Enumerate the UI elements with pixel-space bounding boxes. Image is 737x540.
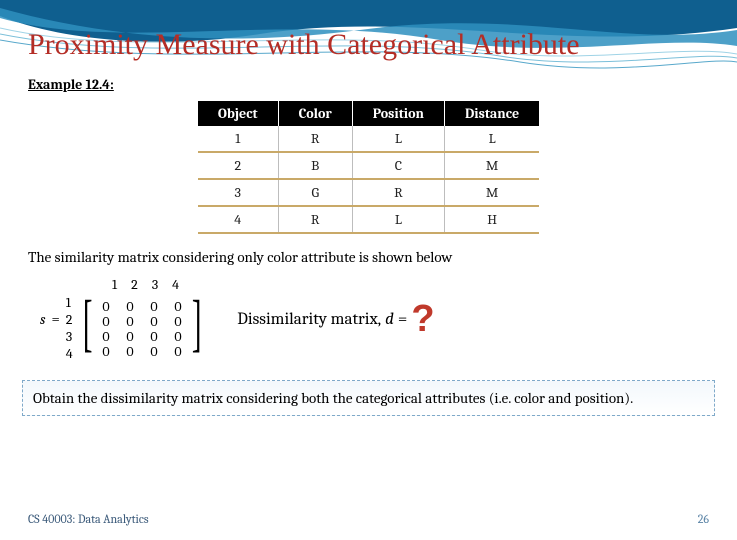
- mcell: 0: [146, 328, 162, 343]
- mcell: 0: [98, 328, 114, 343]
- cell: C: [352, 152, 444, 179]
- matrix-col-labels: 1 2 3 4: [94, 276, 179, 293]
- cell: H: [445, 206, 540, 233]
- dissim-label: Dissimilarity matrix,: [237, 310, 381, 329]
- col-header: Color: [278, 101, 352, 126]
- mcell: 0: [122, 313, 138, 328]
- col-label: 1: [112, 276, 117, 293]
- matrix-var: s: [40, 310, 45, 328]
- question-mark-icon: ?: [411, 300, 434, 338]
- table-row: 1 R L L: [198, 126, 539, 152]
- body-text: The similarity matrix considering only c…: [0, 242, 737, 270]
- mcell: 0: [98, 343, 114, 358]
- mcell: 0: [122, 328, 138, 343]
- footer: CS 40003: Data Analytics 26: [0, 512, 737, 526]
- page-title: Proximity Measure with Categorical Attri…: [0, 0, 737, 68]
- data-table-wrap: Object Color Position Distance 1 R L L 2…: [0, 99, 737, 242]
- row-label: 3: [66, 328, 73, 345]
- mcell: 0: [170, 343, 186, 358]
- data-table: Object Color Position Distance 1 R L L 2…: [198, 101, 539, 234]
- example-label: Example 12.4:: [0, 68, 737, 99]
- cell: 1: [198, 126, 278, 152]
- cell: 3: [198, 179, 278, 206]
- mcell: 0: [170, 298, 186, 313]
- cell: L: [445, 126, 540, 152]
- course-code: CS 40003: Data Analytics: [28, 512, 149, 526]
- cell: 4: [198, 206, 278, 233]
- col-label: 3: [152, 276, 158, 293]
- col-header: Object: [198, 101, 278, 126]
- mcell: 0: [146, 343, 162, 358]
- mcell: 0: [146, 298, 162, 313]
- mcell: 0: [98, 313, 114, 328]
- mcell: 0: [146, 313, 162, 328]
- row-label: 1: [66, 294, 73, 311]
- cell: R: [352, 179, 444, 206]
- cell: M: [445, 179, 540, 206]
- cell: L: [352, 126, 444, 152]
- table-header-row: Object Color Position Distance: [198, 101, 539, 126]
- task-box: Obtain the dissimilarity matrix consider…: [22, 380, 715, 416]
- col-header: Position: [352, 101, 444, 126]
- cell: R: [278, 126, 352, 152]
- similarity-matrix: s = 1 2 3 4 1 2 3 4 [: [40, 276, 207, 362]
- page-number: 26: [698, 512, 709, 526]
- cell: R: [278, 206, 352, 233]
- cell: G: [278, 179, 352, 206]
- right-bracket-icon: ]: [192, 294, 202, 362]
- cell: L: [352, 206, 444, 233]
- mcell: 0: [122, 298, 138, 313]
- mcell: 0: [170, 313, 186, 328]
- col-header: Distance: [445, 101, 540, 126]
- matrix-row-labels: 1 2 3 4: [66, 294, 77, 362]
- table-row: 4 R L H: [198, 206, 539, 233]
- col-label: 4: [172, 276, 179, 293]
- cell: B: [278, 152, 352, 179]
- row-label: 4: [66, 345, 73, 362]
- col-label: 2: [131, 276, 138, 293]
- dissimilarity-expression: Dissimilarity matrix, d = ?: [237, 300, 434, 338]
- mcell: 0: [98, 298, 114, 313]
- matrix-body: 1 2 3 4 1 2 3 4 [ 0 0 0: [66, 276, 208, 362]
- equals-sign: =: [51, 310, 59, 328]
- dissim-var: d: [385, 310, 394, 329]
- cell: M: [445, 152, 540, 179]
- cell: 2: [198, 152, 278, 179]
- table-row: 3 G R M: [198, 179, 539, 206]
- mcell: 0: [122, 343, 138, 358]
- equals-sign: =: [398, 310, 407, 329]
- left-bracket-icon: [: [83, 294, 93, 362]
- matrix-row: s = 1 2 3 4 1 2 3 4 [: [0, 270, 737, 366]
- mcell: 0: [170, 328, 186, 343]
- matrix-grid: 0 0 0 0 0 0 0 0 0 0 0 0 0 0 0: [98, 294, 186, 362]
- table-row: 2 B C M: [198, 152, 539, 179]
- row-label: 2: [66, 311, 73, 328]
